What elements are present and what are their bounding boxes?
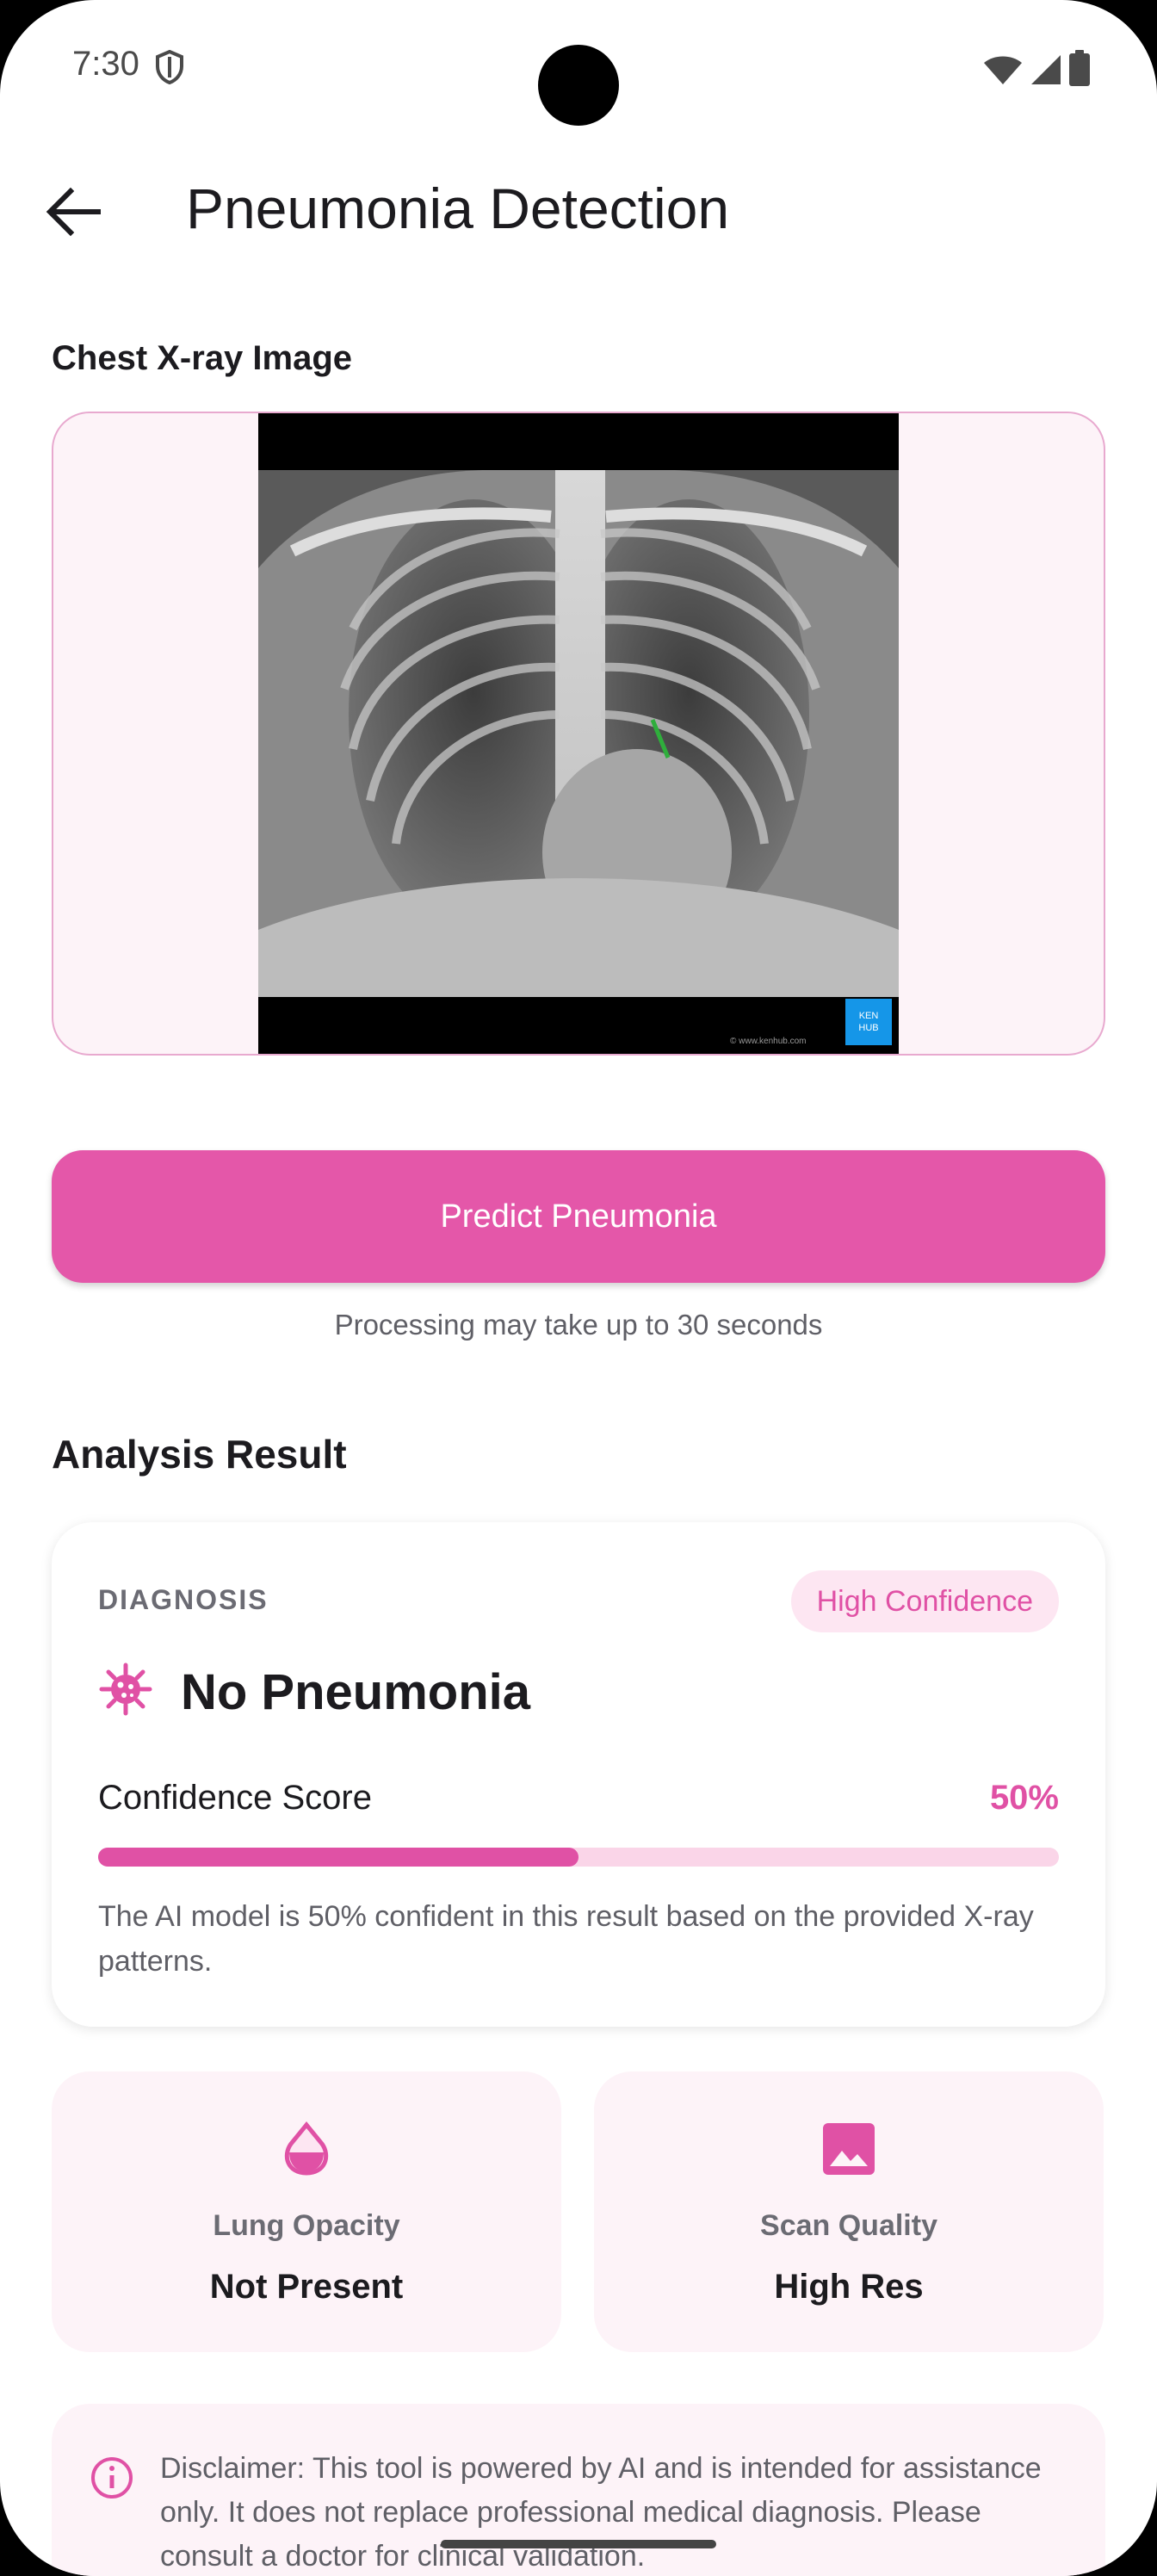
wifi-icon [984,56,1022,84]
analysis-result-heading: Analysis Result [52,1432,347,1477]
app-screen: 7:30 Pneumonia Detection Chest X-ray Ima… [0,0,1157,2576]
virus-icon [99,1663,152,1716]
back-arrow-icon[interactable] [43,184,103,239]
home-indicator[interactable] [441,2540,716,2548]
signal-icon [1031,55,1061,84]
battery-icon [1069,50,1090,86]
water-drop-icon [285,2121,328,2176]
predict-pneumonia-button[interactable]: Predict Pneumonia [52,1150,1105,1283]
shield-icon [156,50,183,84]
diagnosis-label: DIAGNOSIS [98,1584,269,1615]
logo-text-bottom: HUB [858,1023,878,1033]
disclaimer-text: Disclaimer: This tool is powered by AI a… [160,2452,1042,2573]
page-title: Pneumonia Detection [186,176,730,240]
confidence-description: The AI model is 50% confident in this re… [98,1900,1034,1978]
diagnosis-value: No Pneumonia [181,1664,531,1720]
status-bar: 7:30 [0,0,1157,138]
scan-quality-label: Scan Quality [760,2209,937,2242]
scan-quality-value: High Res [774,2268,924,2306]
confidence-progress-bar [98,1848,1059,1867]
confidence-score-value: 50% [989,1779,1059,1817]
front-camera [538,45,619,126]
top-app-bar: Pneumonia Detection [0,164,1157,258]
status-time: 7:30 [72,45,139,83]
processing-note: Processing may take up to 30 seconds [334,1309,823,1341]
confidence-badge: High Confidence [790,1570,1059,1632]
confidence-progress-fill [98,1848,578,1867]
scan-quality-card: Scan Quality High Res [594,2071,1104,2352]
disclaimer-box: Disclaimer: This tool is powered by AI a… [52,2404,1105,2576]
lung-opacity-value: Not Present [209,2268,404,2306]
lung-opacity-label: Lung Opacity [213,2209,400,2242]
chest-xray-image: © www.kenhub.com KEN HUB [258,413,899,1054]
kenhub-logo [845,999,892,1045]
logo-text-top: KEN [859,1011,879,1021]
watermark-text: © www.kenhub.com [730,1037,807,1046]
diagnosis-card: DIAGNOSIS High Confidence No Pneumonia C… [52,1522,1105,2027]
info-icon [91,2457,133,2499]
lung-opacity-card: Lung Opacity Not Present [52,2071,561,2352]
image-icon [823,2123,875,2175]
xray-image-card[interactable]: © www.kenhub.com KEN HUB [52,412,1105,1056]
image-section-label: Chest X-ray Image [52,339,353,377]
confidence-score-label: Confidence Score [98,1779,372,1817]
system-icons [983,50,1090,86]
